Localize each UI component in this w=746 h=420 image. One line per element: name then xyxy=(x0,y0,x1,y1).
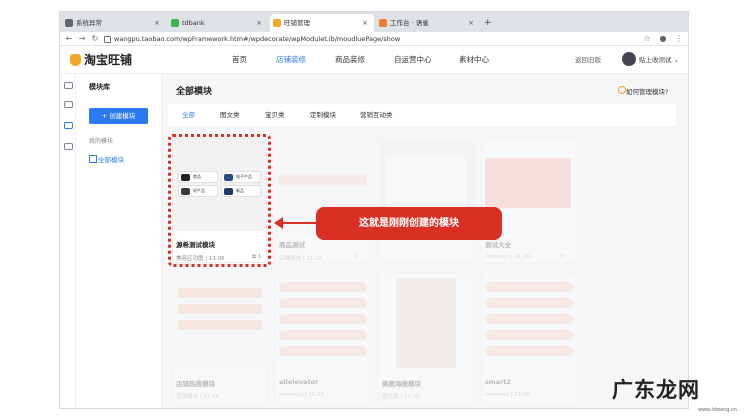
arrow-line xyxy=(280,222,316,224)
module-name: 测试大全 xyxy=(485,241,511,249)
module-card-5[interactable]: 店铺热搜模块 营销模块 | 11.06 xyxy=(172,272,268,407)
question-icon xyxy=(618,86,626,94)
filter-marketing[interactable]: 营销互动类 xyxy=(360,108,393,122)
module-name: 商品测试 xyxy=(279,241,305,249)
close-icon[interactable]: × xyxy=(256,14,262,32)
globe-icon xyxy=(65,19,73,27)
page-title: 全部模块 xyxy=(176,87,213,97)
nav-self-operation[interactable]: 自运营中心 xyxy=(394,53,432,67)
close-icon[interactable]: × xyxy=(362,14,368,32)
help-link[interactable]: 如何管理模块? xyxy=(618,86,668,96)
monitor-icon[interactable] xyxy=(64,143,73,150)
filter-custom[interactable]: 定制模块 xyxy=(310,108,336,122)
taobao-logo-icon xyxy=(70,54,81,66)
create-module-button[interactable]: + 创建模块 xyxy=(89,108,148,124)
taobao-icon xyxy=(273,19,281,27)
nav-home[interactable]: 首页 xyxy=(232,53,247,67)
close-icon[interactable]: × xyxy=(468,14,474,32)
module-name: 店铺热搜模块 xyxy=(176,380,215,388)
module-meta: 店铺模块 | 11.06 xyxy=(279,256,323,262)
tdbank-icon xyxy=(171,19,179,27)
url-field[interactable]: wangpu.taobao.com/wpFramework.htm#/wpdec… xyxy=(104,32,400,46)
tab-tdbank[interactable]: tdbank × xyxy=(168,14,268,32)
filter-all[interactable]: 全部 xyxy=(182,108,195,122)
filter-product[interactable]: 宝贝类 xyxy=(265,108,285,122)
module-name: 美图海报模块 xyxy=(382,380,421,388)
module-card-3[interactable] xyxy=(378,138,474,263)
nav-shop-decoration[interactable]: 店铺装修 xyxy=(276,53,306,67)
store-icon[interactable] xyxy=(64,82,73,89)
arrow-head-icon xyxy=(274,217,283,229)
yuque-icon xyxy=(379,19,387,27)
module-meta: common | 11.06 xyxy=(485,392,531,398)
tab-yuque[interactable]: 工作台 · 语雀 × xyxy=(376,14,480,32)
filter-bar xyxy=(168,104,676,126)
lock-icon xyxy=(104,35,111,43)
module-meta: 图文类 | 11.06 xyxy=(382,394,420,400)
close-icon[interactable]: × xyxy=(154,14,160,32)
avatar[interactable] xyxy=(622,52,636,66)
my-modules-label: 我的模块 xyxy=(89,138,114,145)
tab-system-error[interactable]: 系统异常 × xyxy=(62,14,166,32)
new-tab-button[interactable]: + xyxy=(484,14,492,32)
star-icon[interactable]: ☆ xyxy=(642,32,652,46)
module-card-4[interactable]: 测试大全 common | 11.06 0 xyxy=(481,138,577,263)
sidebar-item-all-modules[interactable]: 全部模块 xyxy=(89,154,124,164)
username-menu[interactable]: 贴上收测试 ⌄ xyxy=(639,53,679,67)
usage-count: 1 xyxy=(355,254,359,260)
reload-icon[interactable]: ↻ xyxy=(90,32,100,46)
watermark-url: www.ldwang.cn xyxy=(698,407,737,413)
module-meta: common | 11.06 xyxy=(279,392,325,398)
nav-material-center[interactable]: 素材中心 xyxy=(459,53,489,67)
menu-icon[interactable]: ⋮ xyxy=(674,32,684,46)
grid-icon xyxy=(89,155,97,163)
old-version-link[interactable]: 返回旧版 xyxy=(575,53,601,67)
watermark: 广东龙网 xyxy=(612,378,700,402)
tab-wangpu[interactable]: 旺铺管理 × xyxy=(270,14,374,32)
module-meta: 营销模块 | 11.06 xyxy=(176,394,220,400)
module-card-2[interactable]: 商品测试 店铺模块 | 11.06 1 xyxy=(275,138,371,263)
nav-product-decoration[interactable]: 商品装修 xyxy=(335,53,365,67)
module-meta: common | 11.06 xyxy=(485,254,531,260)
module-name: allelevator xyxy=(279,378,319,386)
app-logo[interactable]: 淘宝旺铺 xyxy=(70,52,132,68)
back-icon[interactable]: ← xyxy=(64,32,74,46)
sidebar-title: 模块库 xyxy=(89,83,110,91)
layers-icon[interactable] xyxy=(64,101,73,108)
highlight-frame xyxy=(168,134,271,267)
filter-image-text[interactable]: 图文类 xyxy=(220,108,240,122)
chevron-down-icon: ⌄ xyxy=(673,56,680,64)
callout-label: 这就是刚刚创建的模块 xyxy=(316,207,502,240)
module-card-6[interactable]: allelevator common | 11.06 xyxy=(275,272,371,407)
module-icon[interactable] xyxy=(64,122,73,129)
forward-icon[interactable]: → xyxy=(77,32,87,46)
module-name: smart2 xyxy=(485,378,511,386)
module-sidebar xyxy=(76,74,162,408)
module-card-7[interactable]: 美图海报模块 图文类 | 11.06 xyxy=(378,272,474,407)
usage-count: 0 xyxy=(561,254,565,260)
module-card-8[interactable]: smart2 common | 11.06 xyxy=(481,272,577,407)
account-icon[interactable]: ● xyxy=(658,32,668,46)
